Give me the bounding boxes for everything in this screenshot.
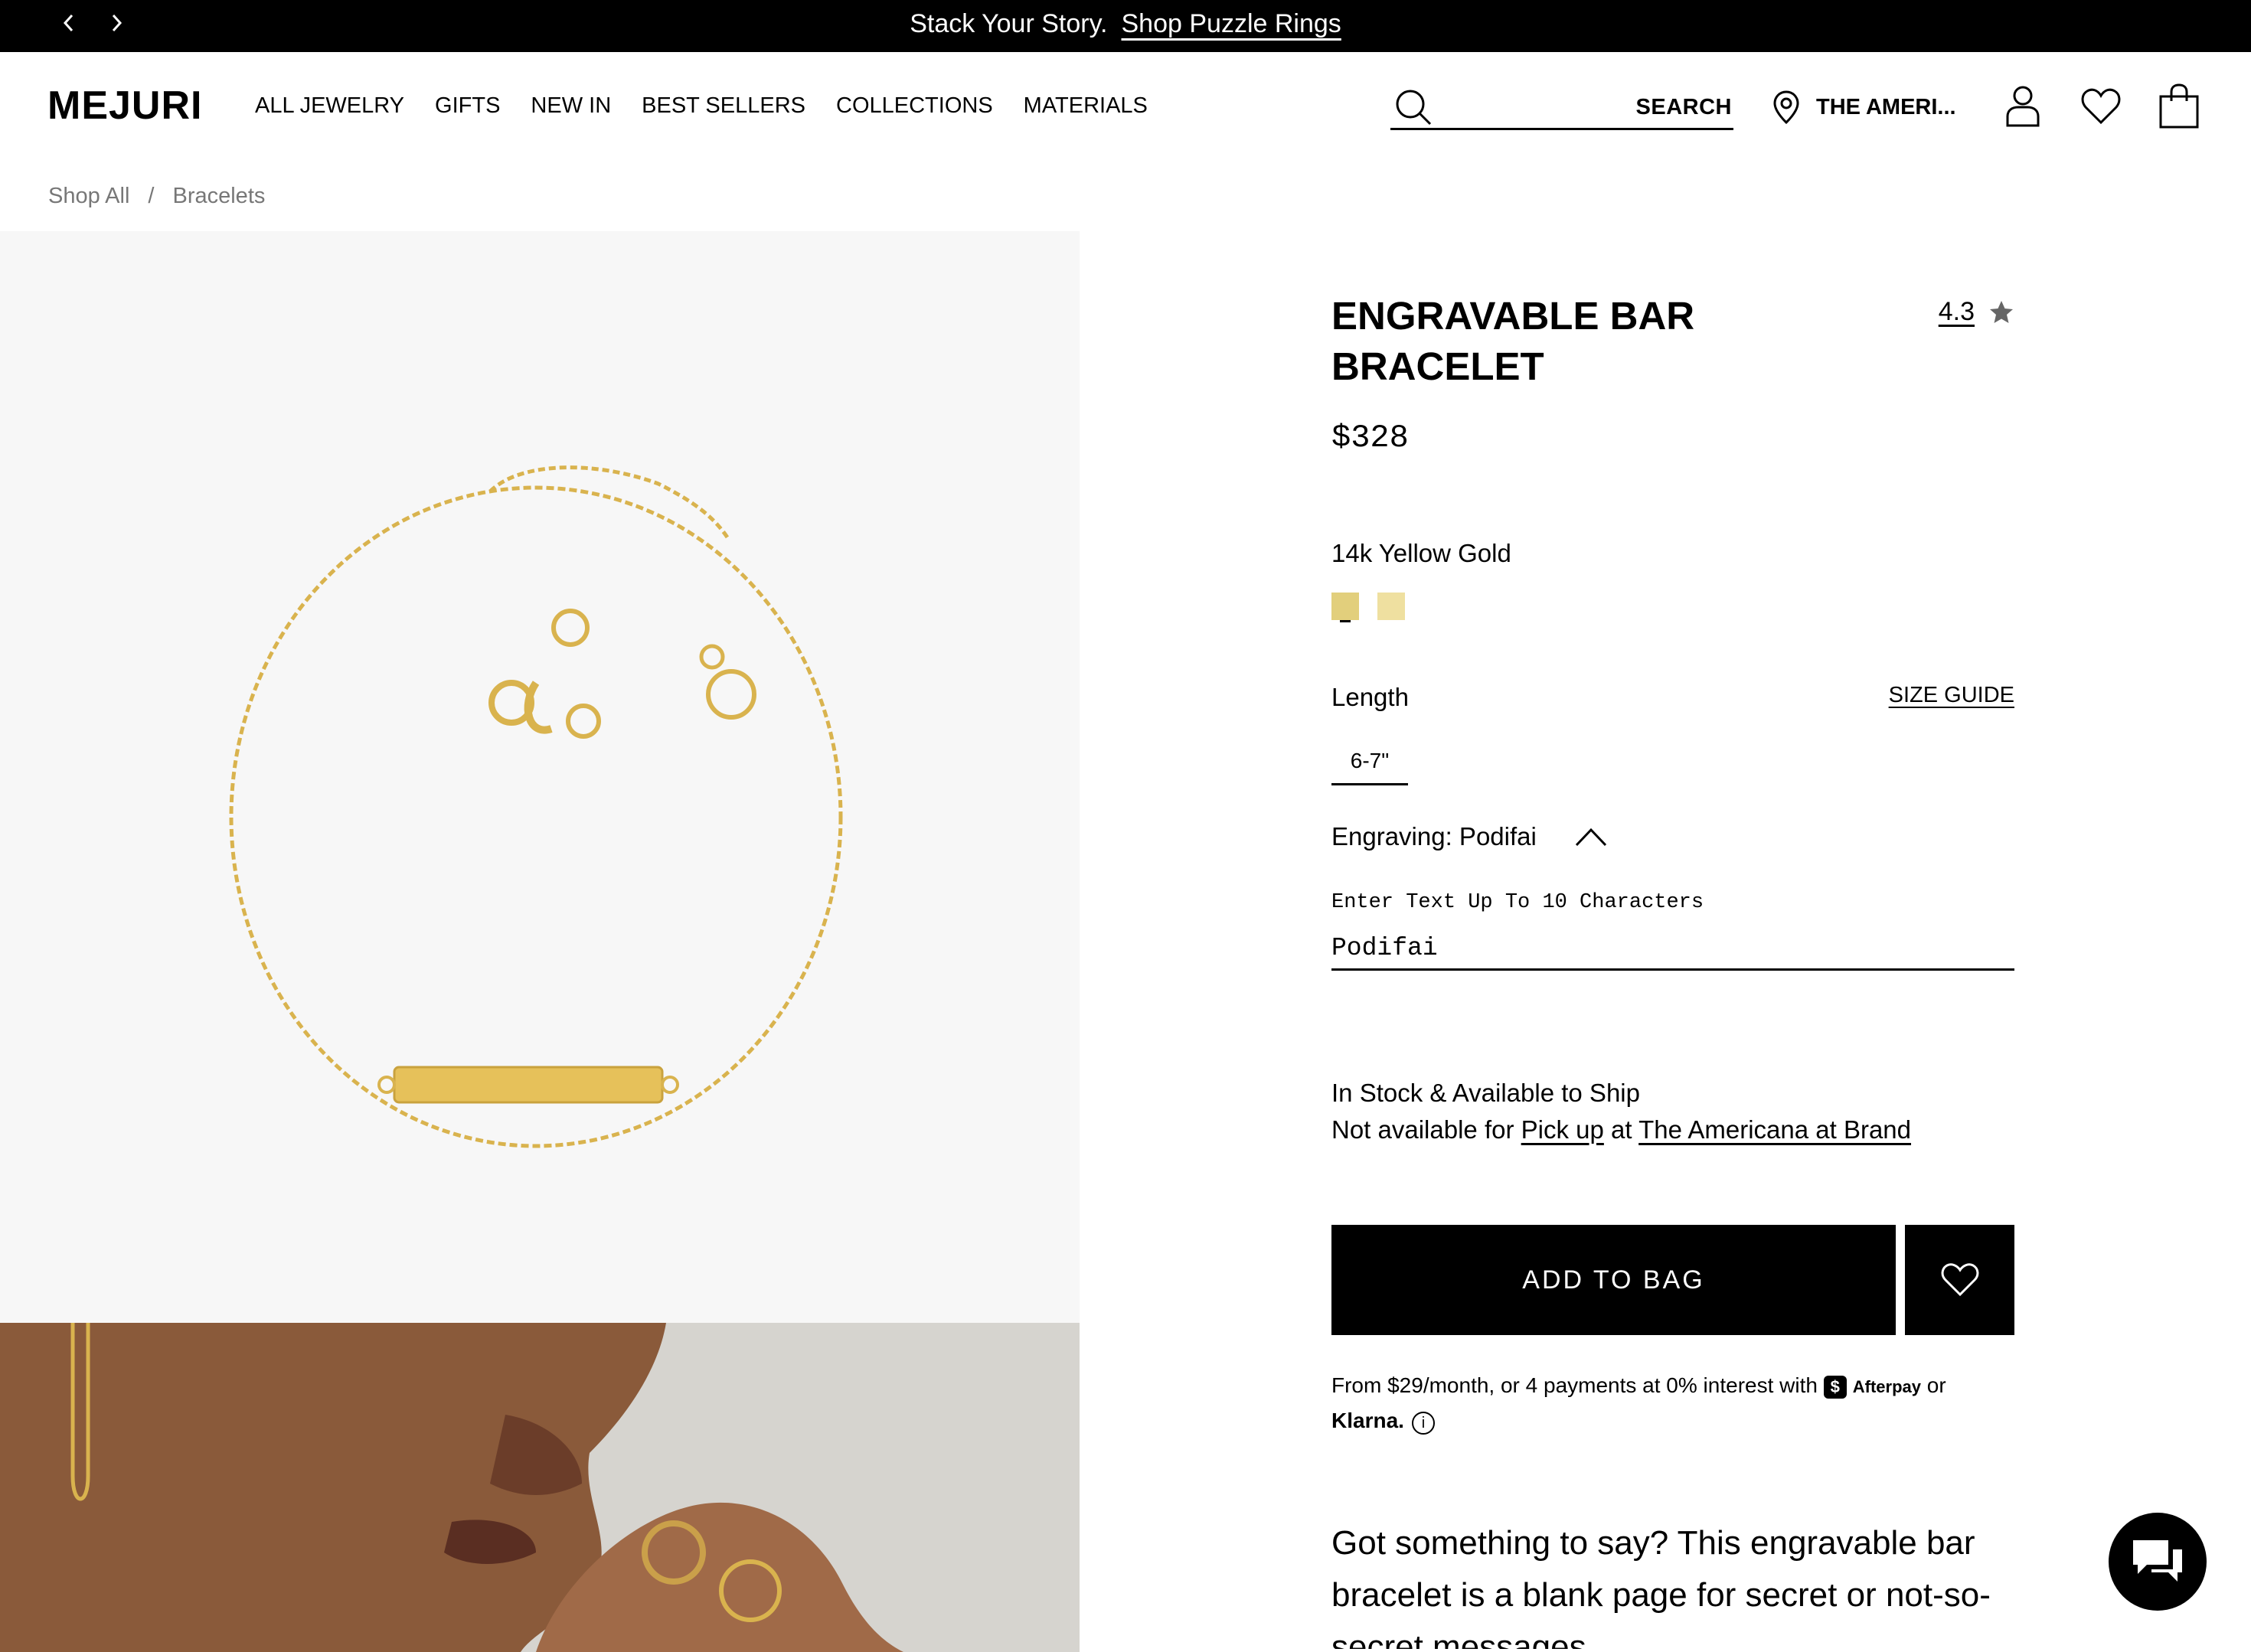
search-bar[interactable]: SEARCH [1390,83,1733,130]
nav-materials[interactable]: MATERIALS [1024,93,1148,119]
pay-or: or [1926,1373,1946,1397]
payment-options: From $29/month, or 4 payments at 0% inte… [1331,1369,2014,1438]
chevron-up-icon[interactable] [1573,825,1609,848]
bracelet-image [229,465,843,1148]
afterpay-text: Afterpay [1852,1377,1921,1396]
search-icon [1396,90,1432,126]
product-image-main[interactable] [0,231,1080,1406]
breadcrumb-separator: / [148,184,155,208]
chat-icon [2133,1540,2182,1582]
product-title: ENGRAVABLE BAR BRACELET [1331,294,1695,388]
nav-best-sellers[interactable]: BEST SELLERS [642,93,805,119]
pickup-prefix: Not available for [1331,1115,1514,1144]
promo-message: Stack Your Story. Shop Puzzle Rings [0,9,2251,39]
nav-all-jewelry[interactable]: ALL JEWELRY [255,93,404,119]
rating-value[interactable]: 4.3 [1939,297,1975,327]
breadcrumb: Shop All / Bracelets [48,184,265,209]
engraving-field-label: Enter Text Up To 10 Characters [1331,891,1704,914]
breadcrumb-shop-all[interactable]: Shop All [48,184,129,209]
promo-text: Stack Your Story. [910,9,1108,38]
info-icon[interactable]: i [1411,1412,1435,1435]
nav-gifts[interactable]: GIFTS [435,93,500,119]
store-name: THE AMERI... [1816,94,1956,119]
heart-icon [1941,1263,1978,1297]
cta-row: ADD TO BAG [1331,1225,2014,1335]
promo-bar: Stack Your Story. Shop Puzzle Rings [0,0,2251,52]
stock-line: In Stock & Available to Ship [1331,1079,1640,1107]
product-image-lifestyle[interactable] [0,1323,1080,1652]
site-header: MEJURI ALL JEWELRY GIFTS NEW IN BEST SEL… [0,52,2251,164]
product-description: Got something to say? This engravable ba… [1331,1524,1991,1649]
header-icons [2001,83,2200,130]
engraving-toggle[interactable]: Engraving: Podifai [1331,822,2014,851]
metal-swatches [1331,593,2014,620]
star-icon [1990,300,2013,323]
main-nav: ALL JEWELRY GIFTS NEW IN BEST SELLERS CO… [255,93,1148,119]
swatch-yellow-gold[interactable] [1331,593,1359,620]
shopping-bag-icon[interactable] [2158,83,2200,130]
product-price: $328 [1331,420,1409,456]
logo[interactable]: MEJURI [47,83,202,129]
model-photo [0,1323,1080,1652]
afterpay-logo[interactable]: $ Afterpay [1823,1370,1921,1404]
engraving-label: Engraving: Podifai [1331,822,1537,850]
chat-button[interactable] [2109,1513,2207,1611]
add-to-bag-button[interactable]: ADD TO BAG [1331,1225,1896,1335]
account-icon[interactable] [2001,83,2044,130]
search-label: SEARCH [1635,95,1732,119]
store-link[interactable]: The Americana at Brand [1638,1115,1911,1144]
length-row: Length SIZE GUIDE [1331,683,2014,712]
product-info: ENGRAVABLE BAR BRACELET 4.3 $328 14k Yel… [1331,291,2014,1649]
engraving-input[interactable] [1331,928,2014,971]
wishlist-button[interactable] [1905,1225,2014,1335]
nav-new-in[interactable]: NEW IN [531,93,611,119]
wishlist-heart-icon[interactable] [2079,83,2122,130]
swatch-light-gold[interactable] [1377,593,1405,620]
length-label: Length [1331,683,1409,711]
stock-status: In Stock & Available to Ship Not availab… [1331,1075,2014,1148]
afterpay-badge: $ [1823,1376,1847,1399]
metal-label: 14k Yellow Gold [1331,539,1511,567]
store-selector[interactable]: THE AMERI... [1770,89,1956,126]
location-pin-icon [1773,90,1799,125]
length-option[interactable]: 6-7" [1331,738,1408,785]
size-guide-link[interactable]: SIZE GUIDE [1889,683,2014,712]
pickup-at: at [1611,1115,1632,1144]
promo-link[interactable]: Shop Puzzle Rings [1122,9,1341,38]
product-rating: 4.3 [1939,297,2014,327]
pickup-link[interactable]: Pick up [1521,1115,1604,1144]
pickup-line: Not available for Pick up at The America… [1331,1112,2014,1148]
nav-collections[interactable]: COLLECTIONS [836,93,993,119]
klarna-logo[interactable]: Klarna. [1331,1409,1404,1432]
breadcrumb-bracelets[interactable]: Bracelets [172,184,265,209]
pay-text: From $29/month, or 4 payments at 0% inte… [1331,1373,1818,1397]
